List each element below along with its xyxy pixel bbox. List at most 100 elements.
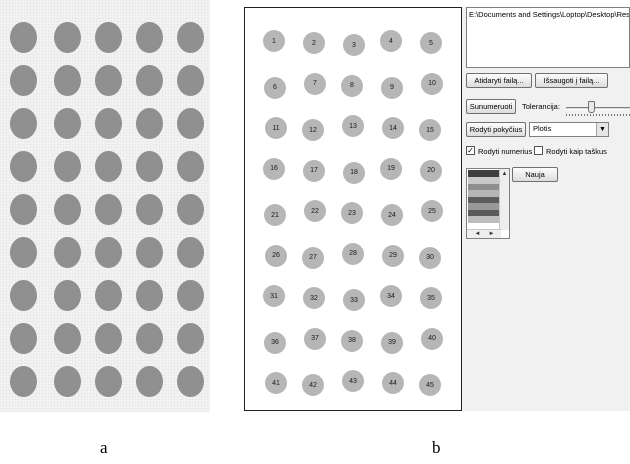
fabric-dot bbox=[136, 323, 163, 354]
fabric-dot bbox=[10, 280, 37, 311]
numbered-dot[interactable]: 24 bbox=[381, 204, 403, 226]
numbered-dot[interactable]: 37 bbox=[304, 327, 326, 350]
measure-select[interactable]: Plotis ▼ bbox=[529, 122, 609, 137]
color-swatch[interactable] bbox=[468, 189, 500, 197]
numbered-dot[interactable]: 29 bbox=[382, 244, 404, 267]
color-swatch[interactable] bbox=[468, 202, 500, 210]
fabric-dot bbox=[136, 22, 163, 53]
file-path-text: E:\Documents and Settings\Loptop\Desktop… bbox=[469, 10, 630, 19]
numbered-dot[interactable]: 8 bbox=[341, 74, 363, 97]
numbered-dot[interactable]: 14 bbox=[382, 117, 404, 139]
caption-b: b bbox=[432, 438, 441, 457]
fabric-photo bbox=[0, 0, 210, 412]
numbered-dot[interactable]: 28 bbox=[342, 242, 364, 265]
fabric-dot bbox=[10, 237, 37, 268]
fabric-dot bbox=[177, 151, 204, 182]
color-swatch[interactable] bbox=[468, 170, 500, 177]
numbered-dot[interactable]: 23 bbox=[341, 202, 363, 224]
fabric-dot bbox=[10, 22, 37, 53]
fabric-dot bbox=[177, 323, 204, 354]
numbered-dot[interactable]: 45 bbox=[419, 374, 441, 396]
numbered-dot[interactable]: 5 bbox=[420, 32, 442, 54]
save-file-button[interactable]: Išsaugoti į failą... bbox=[535, 73, 608, 88]
numbered-dot[interactable]: 30 bbox=[419, 246, 441, 269]
numbered-dot[interactable]: 7 bbox=[304, 72, 326, 95]
numbered-dot[interactable]: 44 bbox=[382, 372, 404, 394]
fabric-dot bbox=[136, 108, 163, 139]
color-palette-list[interactable]: ▲ ◄ ► bbox=[466, 168, 510, 239]
show-numbers-checkbox[interactable]: ✓ bbox=[466, 146, 475, 155]
show-as-points-checkbox[interactable] bbox=[534, 146, 543, 155]
color-swatch[interactable] bbox=[468, 183, 500, 190]
numbered-dot[interactable]: 13 bbox=[342, 115, 364, 137]
numbered-dot[interactable]: 22 bbox=[304, 200, 326, 222]
fabric-dot bbox=[177, 237, 204, 268]
scroll-right-icon[interactable]: ► bbox=[487, 230, 496, 238]
fabric-dot bbox=[95, 280, 122, 311]
numbered-dot[interactable]: 20 bbox=[420, 159, 442, 182]
color-swatch[interactable] bbox=[468, 215, 500, 223]
numbered-dot[interactable]: 6 bbox=[264, 76, 286, 99]
numbered-dot[interactable]: 26 bbox=[265, 244, 287, 267]
file-path-list[interactable]: E:\Documents and Settings\Loptop\Desktop… bbox=[466, 7, 630, 68]
color-swatch[interactable] bbox=[468, 196, 500, 203]
numbered-dot[interactable]: 42 bbox=[302, 374, 324, 396]
fabric-dot bbox=[10, 194, 37, 225]
palette-horizontal-scrollbar[interactable]: ◄ ► bbox=[467, 229, 501, 238]
fabric-dot bbox=[10, 65, 37, 96]
numbered-dot[interactable]: 27 bbox=[302, 246, 324, 269]
slider-ticks bbox=[566, 114, 630, 116]
numbered-dot[interactable]: 34 bbox=[380, 285, 402, 307]
new-button[interactable]: Nauja bbox=[512, 167, 558, 182]
show-changes-button[interactable]: Rodyti pokyčius bbox=[466, 122, 526, 137]
fabric-dot bbox=[10, 323, 37, 354]
numbered-dot[interactable]: 9 bbox=[381, 76, 403, 99]
fabric-dot bbox=[54, 151, 81, 182]
numbered-dot[interactable]: 31 bbox=[263, 285, 285, 307]
dot-canvas[interactable]: 1 2 3 4 5 6 7 8 9 10 11 12 13 14 15 16 17 18 19 20 21 22 23 24 2… bbox=[244, 7, 462, 411]
numbered-dot[interactable]: 2 bbox=[303, 32, 325, 54]
numbered-dot[interactable]: 17 bbox=[303, 159, 325, 182]
numbered-dot[interactable]: 33 bbox=[343, 289, 365, 311]
numbered-dot[interactable]: 35 bbox=[420, 287, 442, 309]
show-as-points-label: Rodyti kaip taškus bbox=[546, 147, 607, 156]
fabric-dot bbox=[54, 22, 81, 53]
numbered-dot[interactable]: 39 bbox=[381, 331, 403, 354]
numbered-dot[interactable]: 40 bbox=[421, 327, 443, 350]
slider-thumb[interactable] bbox=[588, 101, 595, 113]
fabric-dot bbox=[95, 194, 122, 225]
numbered-dot[interactable]: 32 bbox=[303, 287, 325, 309]
fabric-dot bbox=[95, 323, 122, 354]
numbered-dot[interactable]: 12 bbox=[302, 119, 324, 141]
fabric-dot bbox=[177, 65, 204, 96]
numbered-dot[interactable]: 19 bbox=[380, 157, 402, 180]
open-file-button[interactable]: Atidaryti failą... bbox=[466, 73, 532, 88]
numbered-dot[interactable]: 16 bbox=[263, 157, 285, 180]
numbered-dot[interactable]: 43 bbox=[342, 370, 364, 392]
numbered-dot[interactable]: 15 bbox=[419, 119, 441, 141]
fabric-dot bbox=[95, 22, 122, 53]
fabric-dot bbox=[54, 366, 81, 397]
number-button[interactable]: Sunumeruoti bbox=[466, 99, 516, 114]
numbered-dot[interactable]: 21 bbox=[264, 204, 286, 226]
numbered-dot[interactable]: 38 bbox=[341, 329, 363, 352]
chevron-down-icon[interactable]: ▼ bbox=[596, 123, 608, 136]
scroll-left-icon[interactable]: ◄ bbox=[473, 230, 482, 238]
color-swatch[interactable] bbox=[468, 209, 500, 216]
numbered-dot[interactable]: 1 bbox=[263, 30, 285, 52]
numbered-dot[interactable]: 11 bbox=[265, 117, 287, 139]
fabric-dot bbox=[177, 194, 204, 225]
numbered-dot[interactable]: 41 bbox=[265, 372, 287, 394]
open-file-label: Atidaryti failą... bbox=[474, 76, 524, 85]
numbered-dot[interactable]: 25 bbox=[421, 200, 443, 222]
palette-vertical-scrollbar[interactable]: ▲ bbox=[499, 169, 509, 230]
numbered-dot[interactable]: 4 bbox=[380, 30, 402, 52]
numbered-dot[interactable]: 36 bbox=[264, 331, 286, 354]
scroll-up-icon[interactable]: ▲ bbox=[500, 170, 509, 178]
fabric-dot bbox=[54, 65, 81, 96]
color-swatch[interactable] bbox=[468, 176, 500, 184]
tolerance-slider[interactable] bbox=[566, 99, 630, 119]
numbered-dot[interactable]: 3 bbox=[343, 34, 365, 56]
numbered-dot[interactable]: 18 bbox=[343, 161, 365, 184]
numbered-dot[interactable]: 10 bbox=[421, 72, 443, 95]
